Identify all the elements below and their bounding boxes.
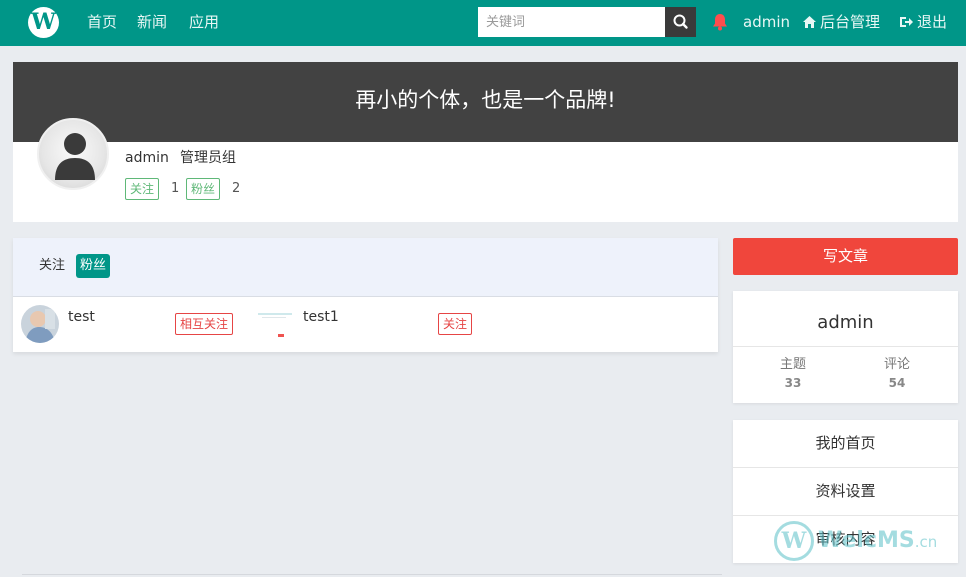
stat-topics-value[interactable]: 33 <box>737 375 849 391</box>
fans-tag[interactable]: 粉丝 <box>186 178 221 200</box>
admin-panel-link[interactable]: 后台管理 <box>802 12 880 32</box>
fan-avatar-test1[interactable] <box>256 305 294 343</box>
nav-news[interactable]: 新闻 <box>137 12 167 32</box>
stat-comments-value[interactable]: 54 <box>841 375 953 391</box>
menu-profile-settings[interactable]: 资料设置 <box>733 468 958 516</box>
watermark-main: WelcMS <box>818 528 915 553</box>
profile-username: admin <box>125 150 169 166</box>
watermark-letter: W <box>781 528 807 554</box>
profile-banner: 再小的个体，也是一个品牌! <box>13 62 958 142</box>
watermark-logo-icon: W <box>774 521 814 561</box>
fan-name[interactable]: test <box>68 307 95 327</box>
profile-card: 再小的个体，也是一个品牌! admin 管理员组 关注 1 粉丝 2 <box>13 62 958 222</box>
user-stats-card: admin 主题 33 评论 54 <box>733 291 958 403</box>
profile-group: 管理员组 <box>180 150 236 166</box>
profile-slogan: 再小的个体，也是一个品牌! <box>355 88 616 112</box>
bell-icon[interactable] <box>712 13 728 31</box>
following-count: 1 <box>171 181 180 196</box>
search-button[interactable] <box>665 7 696 37</box>
user-photo-icon <box>21 305 59 343</box>
admin-panel-label: 后台管理 <box>820 13 881 31</box>
site-logo[interactable]: W <box>28 7 59 38</box>
profile-avatar[interactable] <box>37 118 109 190</box>
logout-link[interactable]: 退出 <box>899 12 947 32</box>
stats-divider <box>733 346 958 347</box>
fan-avatar-test[interactable] <box>21 305 59 343</box>
follow-panel: 关注 粉丝 test 相互关注 test1 关注 <box>13 238 718 352</box>
logout-icon <box>900 17 913 27</box>
default-avatar-icon <box>55 133 95 180</box>
tab-fans[interactable]: 粉丝 <box>76 254 111 278</box>
stats-username: admin <box>817 312 874 333</box>
top-navbar: W 首页 新闻 应用 admin 后台管理 退出 <box>0 0 966 46</box>
fans-count: 2 <box>232 181 241 196</box>
home-icon <box>803 16 816 28</box>
follow-tabbar: 关注 粉丝 <box>13 238 718 297</box>
mutual-follow-button[interactable]: 相互关注 <box>175 313 234 335</box>
tab-following[interactable]: 关注 <box>35 254 69 278</box>
stat-comments-label: 评论 <box>883 357 910 372</box>
nav-apps[interactable]: 应用 <box>189 12 219 32</box>
watermark-text: WelcMS.cn <box>818 527 937 556</box>
bottom-divider <box>22 574 722 575</box>
following-tag[interactable]: 关注 <box>125 178 160 200</box>
user-link[interactable]: admin <box>743 12 790 32</box>
nav-home[interactable]: 首页 <box>87 12 117 32</box>
logo-letter: W <box>31 9 56 35</box>
menu-my-home[interactable]: 我的首页 <box>733 420 958 468</box>
user-image-icon <box>256 305 294 343</box>
logout-label: 退出 <box>917 13 948 31</box>
fan-name[interactable]: test1 <box>303 307 339 327</box>
watermark-suffix: .cn <box>914 533 938 551</box>
watermark: W WelcMS.cn <box>774 519 954 563</box>
write-article-button[interactable]: 写文章 <box>733 238 958 275</box>
stat-topics-label: 主题 <box>779 357 806 372</box>
follow-button[interactable]: 关注 <box>438 313 473 335</box>
search-icon <box>673 14 688 29</box>
search-input[interactable] <box>478 7 665 37</box>
